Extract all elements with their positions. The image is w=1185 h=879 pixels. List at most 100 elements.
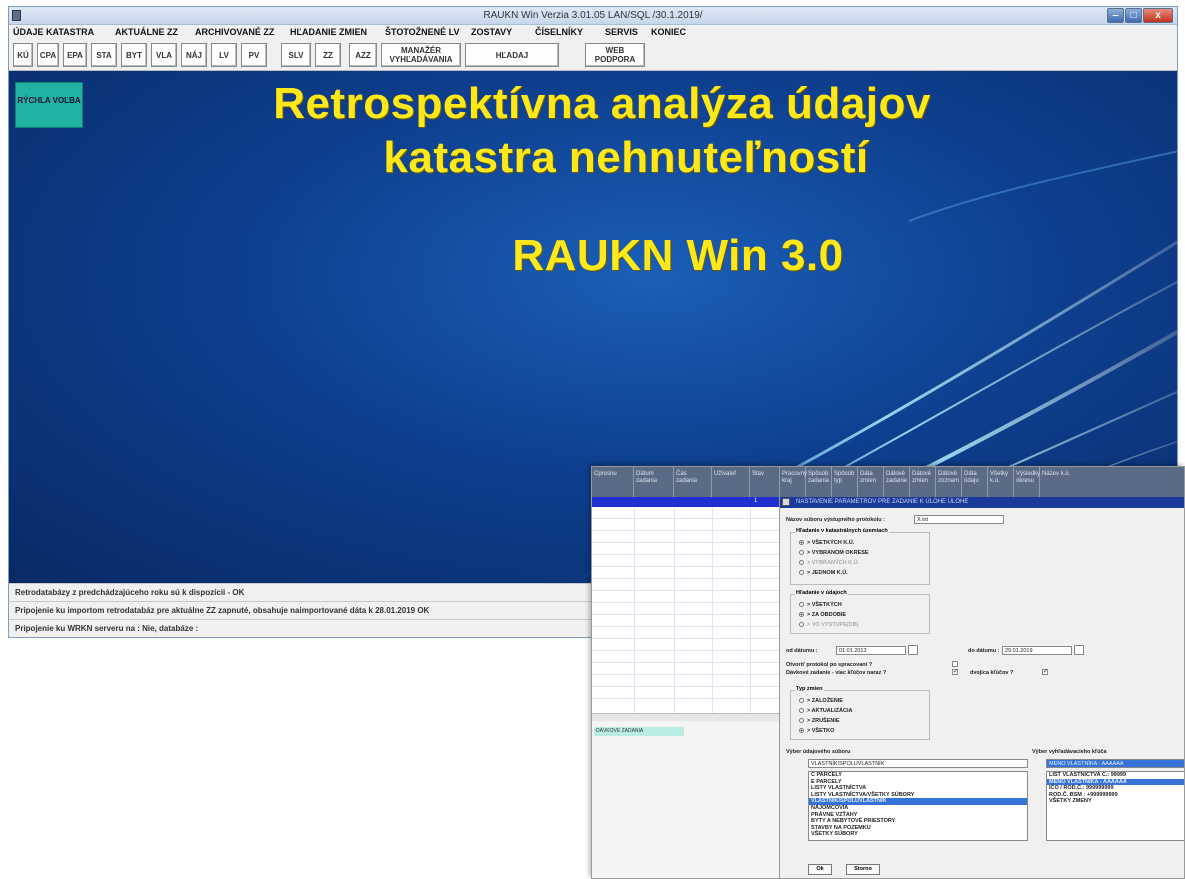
grid-col-header[interactable]: Užívateľ	[712, 467, 750, 497]
data-file-list[interactable]: C PARCELY E PARCELY LISTY VLASTNÍCTVA LI…	[808, 771, 1028, 841]
table-row[interactable]	[592, 663, 782, 675]
grid-horizontal-scrollbar[interactable]	[592, 713, 782, 721]
hero-product-name: RAUKN Win 3.0	[512, 231, 844, 280]
grid-col-header[interactable]: Dátové zmien	[910, 467, 936, 497]
ok-button[interactable]: Ok	[808, 864, 832, 875]
tool-naj-button[interactable]: NÁJ	[181, 43, 207, 67]
radio-one-cadastre[interactable]: > JEDNOM K.Ú.	[799, 570, 848, 576]
menu-hladanie-zmien[interactable]: HĽADANIE ZMIEN	[290, 27, 367, 37]
dialog-close-icon[interactable]	[782, 498, 790, 506]
table-row[interactable]	[592, 639, 782, 651]
radio-all-cadastre[interactable]: > VŠETKÝCH K.Ú.	[799, 540, 854, 546]
search-key-list[interactable]: LIST VLASTNÍCTVA Č.: 99999 MENO VLASTNÍK…	[1046, 771, 1184, 841]
grid-col-header[interactable]: Cpresnu	[592, 467, 634, 497]
selected-table-row[interactable]: 1	[592, 497, 782, 507]
menu-stotoznene-lv[interactable]: ŠTOTOŽNENÉ LV	[385, 27, 460, 37]
list-item[interactable]: LISTY VLASTNÍCTVA	[809, 785, 1027, 792]
close-button[interactable]: x	[1143, 8, 1173, 23]
grid-col-header[interactable]: Spôsob typ	[832, 467, 858, 497]
tool-pv-button[interactable]: PV	[241, 43, 267, 67]
list-item[interactable]: BYTY A NEBYTOVÉ PRIESTORY	[809, 818, 1027, 825]
tool-byt-button[interactable]: BYT	[121, 43, 147, 67]
radio-label: > ZA OBDOBIE	[807, 612, 847, 618]
table-row[interactable]	[592, 591, 782, 603]
web-support-button[interactable]: WEB PODPORA	[585, 43, 645, 67]
search-button[interactable]: HĽADAJ	[465, 43, 559, 67]
tool-lv-button[interactable]: LV	[211, 43, 237, 67]
grid-col-header[interactable]: Dátum zadania	[634, 467, 674, 497]
tool-ku-button[interactable]: KÚ	[13, 43, 33, 67]
radio-data-period[interactable]: > ZA OBDOBIE	[799, 612, 846, 618]
grid-col-header[interactable]: Čas zadania	[674, 467, 712, 497]
table-row[interactable]	[592, 687, 782, 699]
file-name-input[interactable]: X.txt	[914, 515, 1004, 524]
table-row[interactable]	[592, 603, 782, 615]
menu-koniec[interactable]: KONIEC	[651, 27, 686, 37]
list-item-selected[interactable]: VLASTNÍK/SPOLUVLASTNÍK	[809, 798, 1027, 805]
radio-data-all[interactable]: > VŠETKÝCH	[799, 602, 842, 608]
search-manager-button[interactable]: MANAŽÉR VYHĽADÁVANIA	[381, 43, 461, 67]
tool-sta-button[interactable]: STA	[91, 43, 117, 67]
table-row[interactable]	[592, 579, 782, 591]
grid-col-header[interactable]: Pracovný kraj	[780, 467, 807, 497]
table-row[interactable]	[592, 615, 782, 627]
tool-azz-button[interactable]: AZZ	[349, 43, 377, 67]
table-row[interactable]	[592, 507, 782, 519]
grid-col-header[interactable]: Výsledky okresu	[1014, 467, 1040, 497]
task-grid[interactable]: 1	[592, 497, 782, 713]
list-item[interactable]: IČO / ROD.Č.: 999999999	[1047, 785, 1184, 792]
table-row[interactable]	[592, 651, 782, 663]
tool-cpa-button[interactable]: CPA	[37, 43, 59, 67]
grid-col-header[interactable]: Dáta zmien	[858, 467, 884, 497]
table-row[interactable]	[592, 519, 782, 531]
date-to-input[interactable]: 29.01.2019	[1002, 646, 1072, 655]
radio-change-delete[interactable]: > ZRUŠENIE	[799, 718, 840, 724]
minimize-button[interactable]: ‒	[1107, 8, 1124, 23]
menu-aktualne-zz[interactable]: AKTUÁLNE ZZ	[115, 27, 178, 37]
list-item[interactable]: LIST VLASTNÍCTVA Č.: 99999	[1047, 772, 1184, 779]
grid-col-header[interactable]: Dátové zadanie	[884, 467, 910, 497]
table-row[interactable]	[592, 567, 782, 579]
calendar-icon[interactable]	[908, 645, 918, 655]
table-row[interactable]	[592, 555, 782, 567]
title-bar[interactable]: RAUKN Win Verzia 3.01.05 LAN/SQL /30.1.2…	[9, 7, 1177, 25]
table-row[interactable]	[592, 531, 782, 543]
dual-key-checkbox[interactable]: ✓	[1042, 669, 1048, 675]
menu-zostavy[interactable]: ZOSTAVY	[471, 27, 512, 37]
list-item[interactable]: C PARCELY	[809, 772, 1027, 779]
menu-archivovane-zz[interactable]: ARCHIVOVANÉ ZZ	[195, 27, 274, 37]
maximize-button[interactable]: □	[1125, 8, 1142, 23]
tool-vla-button[interactable]: VLA	[151, 43, 177, 67]
calendar-icon[interactable]	[1074, 645, 1084, 655]
grid-col-header[interactable]: Spôsob zadania	[806, 467, 832, 497]
menu-servis[interactable]: SERVIS	[605, 27, 638, 37]
menu-udaje-katastra[interactable]: ÚDAJE KATASTRA	[13, 27, 94, 37]
radio-selected-district[interactable]: > VYBRANOM OKRESE	[799, 550, 869, 556]
batch-checkbox[interactable]: ✓	[952, 669, 958, 675]
grid-col-header[interactable]: Název k.ú.	[1040, 467, 1184, 497]
radio-change-update[interactable]: > AKTUALIZÁCIA	[799, 708, 852, 714]
radio-change-all[interactable]: > VŠETKO	[799, 728, 834, 734]
data-file-select[interactable]: VLASTNÍK/SPOLUVLASTNÍK	[808, 759, 1028, 768]
date-from-input[interactable]: 01.01.2013	[836, 646, 906, 655]
table-row[interactable]	[592, 543, 782, 555]
cancel-button[interactable]: Storno	[846, 864, 880, 875]
radio-label: > ZRUŠENIE	[807, 718, 840, 724]
open-protocol-checkbox[interactable]	[952, 661, 958, 667]
tool-slv-button[interactable]: SLV	[281, 43, 311, 67]
grid-col-header[interactable]: Všetky k.ú.	[988, 467, 1014, 497]
group-title: Typ zmien	[795, 686, 824, 692]
list-item[interactable]: NÁJOMCOVIA	[809, 805, 1027, 812]
table-row[interactable]	[592, 675, 782, 687]
grid-col-header[interactable]: Dáta údaju	[962, 467, 988, 497]
tool-epa-button[interactable]: EPA	[63, 43, 87, 67]
tool-zz-button[interactable]: ZZ	[315, 43, 341, 67]
search-key-select[interactable]: MENO VLASTNÍKA - AAAAAA	[1046, 759, 1184, 768]
radio-change-create[interactable]: > ZALOŽENIE	[799, 698, 843, 704]
table-row[interactable]	[592, 627, 782, 639]
grid-col-header[interactable]: Dátové zoznam	[936, 467, 962, 497]
list-item[interactable]: VŠETKY ZMENY	[1047, 798, 1184, 805]
grid-col-header[interactable]: Stav	[750, 467, 780, 497]
list-item[interactable]: VŠETKY SÚBORY	[809, 831, 1027, 838]
menu-ciselniky[interactable]: ČÍSELNÍKY	[535, 27, 583, 37]
